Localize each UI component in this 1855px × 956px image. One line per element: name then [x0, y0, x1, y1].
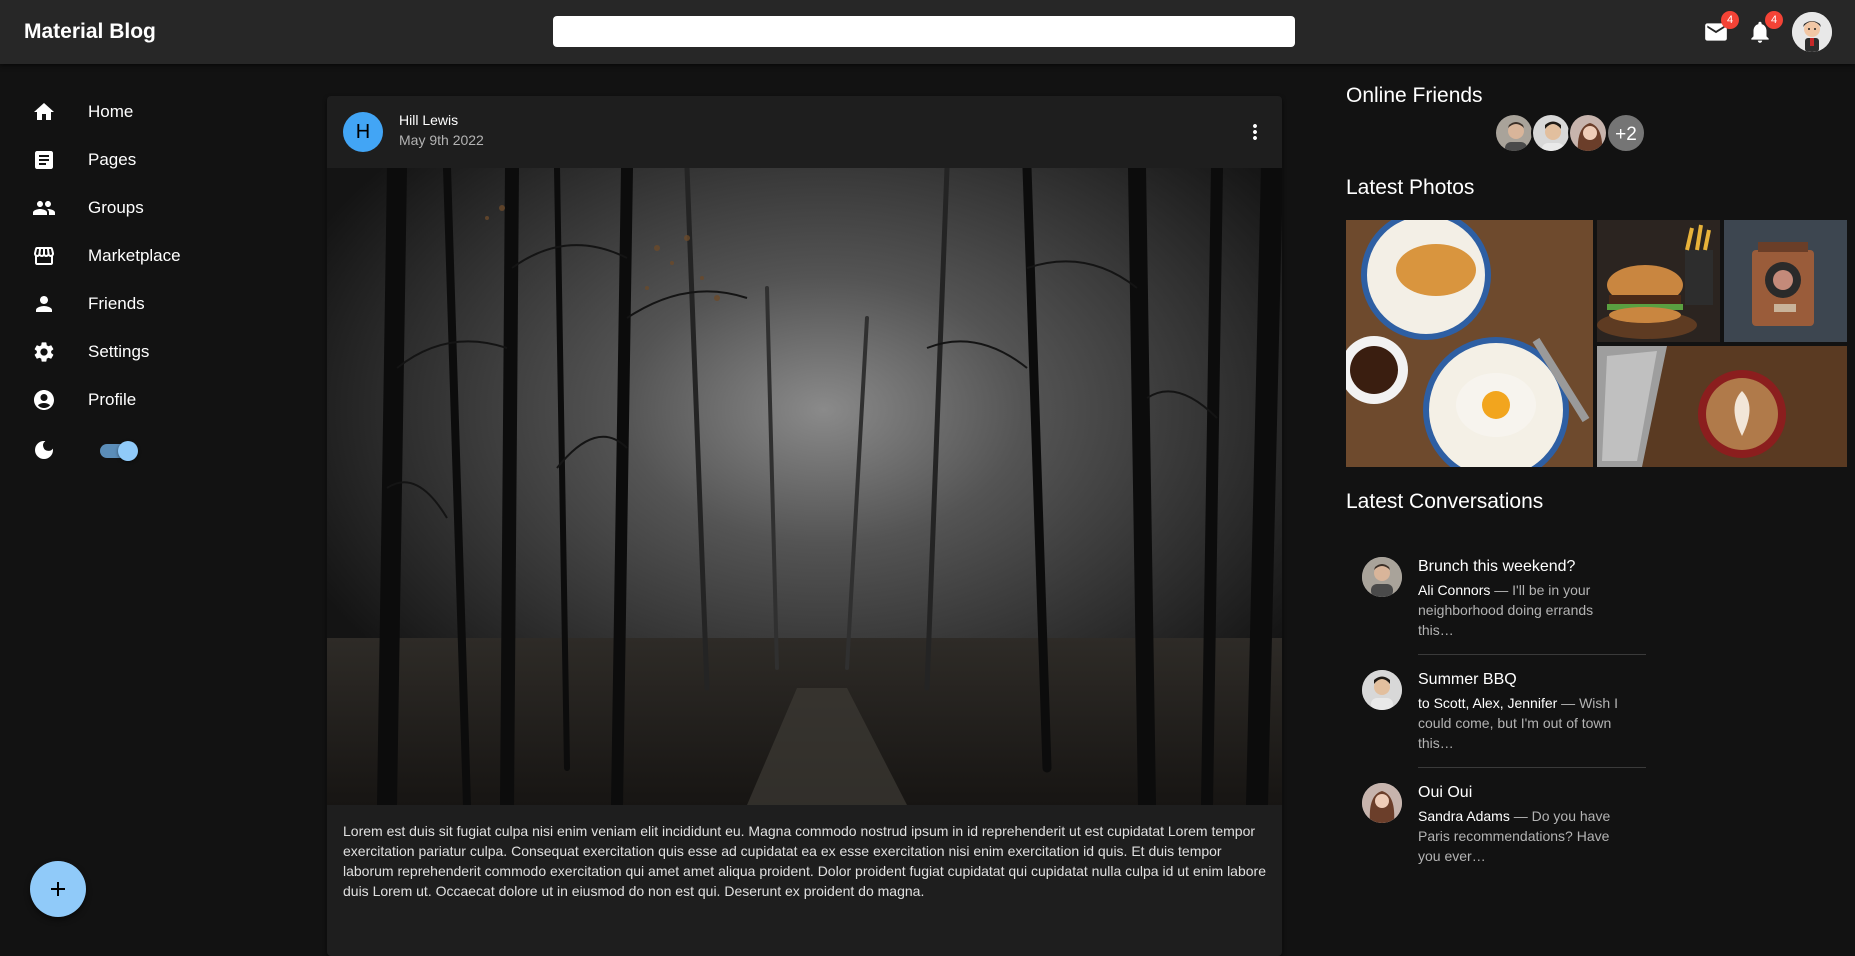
- sidebar-item-pages[interactable]: Pages: [0, 136, 280, 184]
- sidebar-item-marketplace[interactable]: Marketplace: [0, 232, 280, 280]
- gear-icon: [34, 342, 54, 362]
- conversation-avatar: [1362, 557, 1402, 597]
- sidebar-item-profile[interactable]: Profile: [0, 376, 280, 424]
- sidebar-item-friends[interactable]: Friends: [0, 280, 280, 328]
- app-bar: Material Blog 4 4: [0, 0, 1855, 64]
- conversation-avatar: [1362, 783, 1402, 823]
- photo-camera-image: [1724, 220, 1847, 342]
- friend-avatar[interactable]: [1494, 113, 1534, 153]
- user-avatar-image: [1792, 12, 1832, 52]
- conversation-sender: Sandra Adams: [1418, 808, 1510, 824]
- latest-conversations-title: Latest Conversations: [1346, 490, 1544, 513]
- sidebar-item-label: Profile: [88, 390, 137, 409]
- more-friends-avatar[interactable]: +2: [1606, 113, 1646, 153]
- person-icon: [36, 296, 52, 312]
- photo-camera[interactable]: [1724, 220, 1847, 342]
- groups-icon: [33, 201, 55, 215]
- conversation-title: Brunch this weekend?: [1418, 558, 1576, 575]
- account-circle-icon: [34, 390, 54, 410]
- post-text: Lorem est duis sit fugiat culpa nisi eni…: [343, 823, 1266, 899]
- search-input[interactable]: [553, 16, 1295, 47]
- article-icon: [35, 151, 53, 169]
- photo-burger-image: [1597, 220, 1720, 342]
- conversation-preview: Sandra Adams — Do you have Paris recomme…: [1418, 806, 1618, 866]
- sidebar-item-label: Marketplace: [88, 246, 181, 265]
- notifications-badge: 4: [1765, 11, 1783, 29]
- sidebar-item-label: Groups: [88, 198, 144, 217]
- friend-avatar[interactable]: [1531, 113, 1571, 153]
- sidebar-item-settings[interactable]: Settings: [0, 328, 280, 376]
- post-author: Hill Lewis: [399, 112, 459, 128]
- conversation-preview: to Scott, Alex, Jennifer — Wish I could …: [1418, 693, 1618, 753]
- sidebar-item-label: Pages: [88, 150, 137, 169]
- mail-badge: 4: [1721, 11, 1739, 29]
- conversation-avatar-image: [1362, 783, 1402, 823]
- online-friends-title: Online Friends: [1346, 84, 1483, 107]
- conversation-item[interactable]: Brunch this weekend? Ali Connors — I'll …: [1346, 552, 1646, 652]
- photo-coffee-laptop-image: [1597, 346, 1847, 467]
- post-menu-button[interactable]: [1239, 116, 1271, 148]
- storefront-icon: [34, 247, 54, 265]
- post-image-forest: [327, 168, 1282, 805]
- post-card: H Hill Lewis May 9th 2022 Lorem est duis…: [327, 96, 1282, 956]
- conversation-divider: [1418, 654, 1646, 655]
- mail-button[interactable]: 4: [1701, 11, 1739, 47]
- sidebar-item-groups[interactable]: Groups: [0, 184, 280, 232]
- photo-coffee-laptop[interactable]: [1597, 346, 1847, 467]
- friend-avatar-image: [1533, 115, 1569, 151]
- app-title[interactable]: Material Blog: [24, 20, 156, 44]
- dark-mode-switch[interactable]: [100, 441, 138, 461]
- moon-icon: [35, 441, 53, 459]
- add-button[interactable]: [30, 861, 86, 917]
- latest-photos-title: Latest Photos: [1346, 176, 1475, 199]
- notifications-button[interactable]: 4: [1745, 11, 1783, 47]
- sidebar-item-label: Home: [88, 102, 134, 121]
- conversation-title: Summer BBQ: [1418, 671, 1517, 688]
- post-avatar[interactable]: H: [343, 112, 383, 152]
- friend-avatar[interactable]: [1568, 113, 1608, 153]
- photo-burger[interactable]: [1597, 220, 1720, 342]
- conversation-avatar: [1362, 670, 1402, 710]
- more-vert-icon: [1253, 124, 1257, 140]
- conversation-title: Oui Oui: [1418, 784, 1473, 801]
- conversation-preview: Ali Connors — I'll be in your neighborho…: [1418, 580, 1618, 640]
- friend-avatar-image: [1496, 115, 1532, 151]
- photo-breakfast[interactable]: [1346, 220, 1593, 467]
- friend-avatar-image: [1570, 115, 1606, 151]
- plus-icon: [51, 882, 65, 896]
- photo-breakfast-image: [1346, 220, 1593, 467]
- conversation-sender: to Scott, Alex, Jennifer: [1418, 695, 1558, 711]
- conversation-avatar-image: [1362, 670, 1402, 710]
- conversation-avatar-image: [1362, 557, 1402, 597]
- post-date: May 9th 2022: [399, 132, 484, 148]
- sidebar-item-label: Settings: [88, 342, 150, 361]
- sidebar-item-home[interactable]: Home: [0, 88, 280, 136]
- conversation-item[interactable]: Oui Oui Sandra Adams — Do you have Paris…: [1346, 778, 1646, 878]
- sidebar-item-label: Friends: [88, 294, 145, 313]
- user-avatar[interactable]: [1792, 12, 1832, 52]
- conversation-item[interactable]: Summer BBQ to Scott, Alex, Jennifer — Wi…: [1346, 665, 1646, 765]
- conversation-divider: [1418, 767, 1646, 768]
- home-icon: [34, 103, 54, 120]
- theme-toggle-row: [0, 426, 280, 474]
- switch-thumb: [118, 441, 138, 461]
- conversation-sender: Ali Connors: [1418, 582, 1491, 598]
